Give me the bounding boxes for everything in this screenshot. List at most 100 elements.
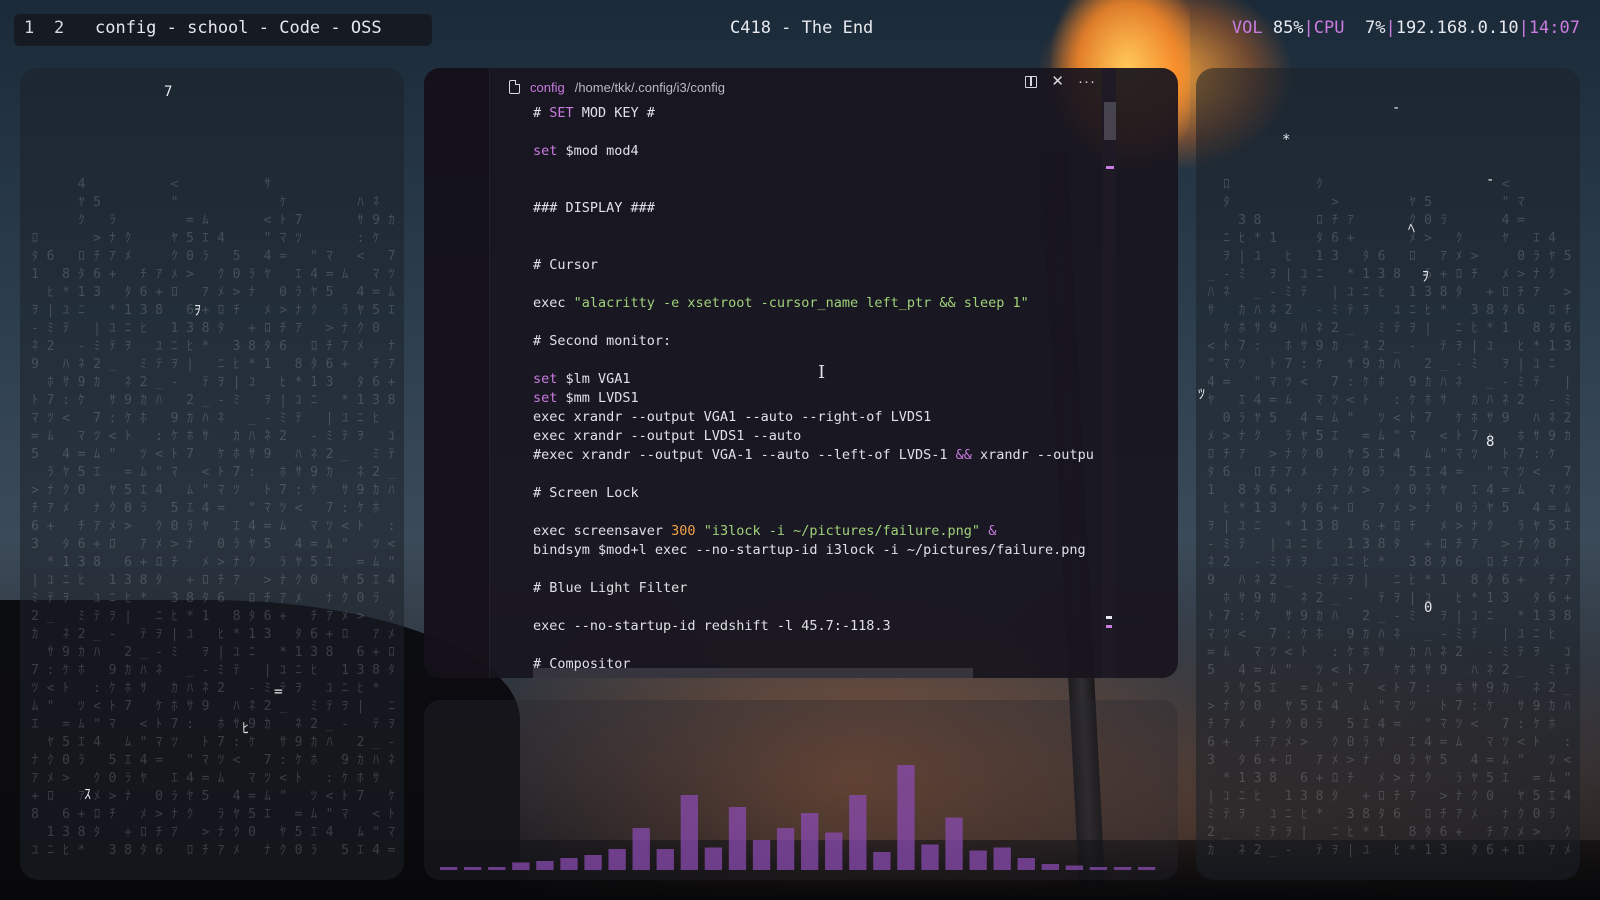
matrix-column: ﾗ ｱ + 8 * ﾃ _ ﾊ ｻ < " 4 ﾔ ﾒ ﾛ ﾀ 1 ｦ - ﾈ … bbox=[1439, 213, 1448, 858]
matrix-column: ﾏ = 5 > ﾁ 6 3 | ﾐ 2 ｶ 7 ﾂ ﾑ ｴ ﾅ ｱ + 8 ﾕ … bbox=[325, 249, 334, 840]
more-actions-icon[interactable]: ··· bbox=[1078, 74, 1096, 89]
visualizer-bar bbox=[1137, 867, 1156, 870]
status-separator: | bbox=[1303, 18, 1314, 38]
code-line[interactable]: exec "alacritty -e xsetroot -cursor_name… bbox=[533, 294, 1116, 313]
matrix-column: ｸ ﾒ ﾛ ﾀ ﾆ ｦ - ﾈ ｹ ﾄ ﾏ = 0 > ﾁ 6 ﾋ | ﾐ 2 … bbox=[1455, 231, 1463, 840]
workspace-1-button[interactable]: 1 bbox=[24, 18, 34, 38]
visualizer-bar bbox=[969, 850, 987, 870]
visualizer-bar bbox=[488, 867, 506, 870]
tab-file-name[interactable]: config bbox=[530, 80, 565, 95]
matrix-glyph: ﾍ bbox=[1408, 221, 1415, 237]
code-line[interactable]: exec screensaver 300 "i3lock -i ~/pictur… bbox=[533, 522, 1116, 541]
matrix-column: 6 ﾋ | ﾐ 2 ﾎ 7 ﾂ ﾑ ﾗ ﾅ ｱ + * ﾕ ﾃ _ ｻ : < … bbox=[46, 249, 55, 858]
visualizer-bar bbox=[752, 840, 771, 870]
workspace-2-button[interactable]: 2 bbox=[54, 18, 64, 38]
matrix-column: 6 3 ﾋ ﾐ 2 ｶ ﾎ ﾂ ﾑ ｴ ﾗ ｱ + 8 * ﾃ _ ﾊ ｻ < … bbox=[1377, 249, 1386, 840]
code-line[interactable]: exec xrandr --output VGA1 --auto --right… bbox=[533, 408, 1116, 427]
editor-actions: ✕ ··· bbox=[1025, 74, 1096, 89]
code-line[interactable]: exec xrandr --output LVDS1 --auto bbox=[533, 427, 1116, 446]
split-editor-icon[interactable] bbox=[1025, 76, 1038, 88]
code-line[interactable]: # Screen Lock bbox=[533, 484, 1116, 503]
matrix-column: 4 ﾔ ｸ ﾛ ﾀ 1 ﾆ - ﾈ 9 ｹ ﾏ = 5 0 ﾁ 6 3 ﾋ ﾐ … bbox=[77, 177, 86, 858]
code-line[interactable] bbox=[533, 218, 1116, 237]
matrix-glyph: 8 bbox=[1486, 434, 1495, 450]
visualizer-bars bbox=[440, 765, 1156, 870]
editor-scrollbar[interactable] bbox=[1102, 68, 1116, 678]
matrix-column: ｶ 7 ﾂ ﾑ ｴ ﾅ ｱ + 8 ﾕ ﾃ _ ﾊ : < " 4 ｸ ﾒ ﾛ … bbox=[387, 213, 396, 858]
matrix-column: ﾋ | ﾐ 2 ﾎ 7 ﾂ ﾑ ﾗ ﾅ ｱ + * ﾕ ﾃ _ ｻ : < " … bbox=[1284, 249, 1293, 858]
code-line[interactable]: set $mm LVDS1 bbox=[533, 389, 1116, 408]
cpu-value: 7% bbox=[1354, 18, 1386, 38]
visualizer-bar bbox=[1113, 867, 1132, 870]
visualizer-bar bbox=[849, 795, 867, 870]
scrollbar-marker bbox=[1106, 625, 1112, 628]
horizontal-scrollbar[interactable] bbox=[533, 668, 973, 678]
editor-breadcrumb[interactable]: config /home/tkk/.config/i3/config bbox=[509, 76, 725, 98]
visualizer-bar bbox=[801, 813, 819, 870]
code-line[interactable]: ### DISPLAY ### bbox=[533, 199, 1116, 218]
visualizer-bar bbox=[897, 765, 915, 870]
code-line[interactable] bbox=[533, 636, 1116, 655]
visualizer-bar bbox=[1065, 865, 1084, 870]
code-content[interactable]: # SET MOD KEY # set $mod mod4 ### DISPLAY … bbox=[533, 104, 1116, 674]
matrix-column: ﾗ ﾅ ｱ + * ﾕ ﾃ _ ｻ : < " ﾔ ｸ ﾒ ﾛ 1 ﾆ ｦ - … bbox=[108, 213, 117, 858]
ip-address: 192.168.0.10 bbox=[1395, 18, 1519, 38]
volume-value[interactable]: 85% bbox=[1273, 18, 1304, 38]
code-line[interactable] bbox=[533, 180, 1116, 199]
code-line[interactable]: bindsym $mod+l exec --no-startup-id i3lo… bbox=[533, 541, 1116, 560]
code-line[interactable] bbox=[533, 161, 1116, 180]
matrix-column: ﾛ ﾀ ﾆ ｦ - ﾈ ｹ ﾄ ﾏ = 0 > ﾁ 6 ﾋ | ﾐ 2 ﾎ 7 … bbox=[1222, 177, 1231, 840]
matrix-glyph: 7 bbox=[164, 84, 173, 100]
matrix-column: < " ﾔ ｸ ﾒ ﾛ 1 ﾆ ｦ - 9 ｹ ﾄ ﾏ 5 0 > ﾁ 3 ﾋ … bbox=[170, 177, 179, 840]
code-line[interactable]: #exec xrandr --output VGA-1 --auto --lef… bbox=[533, 446, 1116, 465]
code-line[interactable] bbox=[533, 465, 1116, 484]
focused-window-title: config - school - Code - OSS bbox=[95, 18, 382, 38]
code-line[interactable] bbox=[533, 560, 1116, 579]
code-line[interactable] bbox=[533, 598, 1116, 617]
matrix-column: ｱ + * ﾕ ﾃ _ ｻ : < " ﾔ ｸ ﾒ ﾛ 1 ﾆ ｦ - 9 ｹ … bbox=[1346, 213, 1355, 858]
visualizer-bar bbox=[1089, 867, 1108, 870]
matrix-column: ﾈ 9 ｹ ﾏ = 5 0 ﾁ 6 3 ﾋ ﾐ 2 ｶ ﾎ ﾂ ﾑ ｴ ﾗ ｱ … bbox=[372, 195, 380, 858]
matrix-column: ﾕ ﾃ ﾊ ｻ : < 4 ﾔ ｸ ﾒ ﾀ 1 ﾆ ｦ ﾈ 9 ｹ ﾄ = 5 … bbox=[1300, 267, 1308, 840]
tab-file-path: /home/tkk/.config/i3/config bbox=[574, 79, 726, 95]
code-line[interactable] bbox=[533, 123, 1116, 142]
code-line[interactable]: # Cursor bbox=[533, 256, 1116, 275]
matrix-rain-terminal-right[interactable]: 5 > ﾁ 6 3 | ﾐ 2 ｶ 7 ﾂ ﾑ ｴ ﾅ ｱ + 8 ﾕ ﾃ _ … bbox=[1196, 68, 1580, 880]
visualizer-bar bbox=[921, 844, 939, 870]
visualizer-bar bbox=[584, 855, 602, 870]
visualizer-bar bbox=[512, 862, 530, 870]
matrix-column: ｻ < " 4 ﾔ ﾒ ﾛ ﾀ 1 ｦ - ﾈ 9 ﾄ ﾏ = 5 > ﾁ 6 … bbox=[263, 177, 272, 858]
matrix-column: = 5 0 > 6 3 ﾋ | 2 ｶ ﾎ 7 ﾑ ｴ ﾗ ﾅ + 8 * ﾕ … bbox=[186, 213, 194, 858]
code-line[interactable]: # Second monitor: bbox=[533, 332, 1116, 351]
code-line[interactable]: set $mod mod4 bbox=[533, 142, 1116, 161]
matrix-column: ｱ + 8 ﾕ ﾃ _ ﾊ : < " 4 ｸ ﾒ ﾛ ﾀ ﾆ ｦ - ﾈ ｹ … bbox=[155, 267, 163, 858]
matrix-column: " 4 ﾔ ｸ ﾛ ﾀ 1 ﾆ - ﾈ 9 ｹ ﾏ = 5 0 ﾁ 6 3 ﾋ … bbox=[310, 249, 318, 858]
visualizer-bar bbox=[464, 867, 482, 870]
matrix-column: > ﾁ 3 ﾋ | ﾐ ｶ ﾎ 7 ﾂ ｴ ﾗ ﾅ ｱ 8 * ﾕ ﾃ ﾊ ｻ … bbox=[1470, 249, 1479, 858]
code-line[interactable] bbox=[533, 503, 1116, 522]
matrix-column: 5 0 > 6 3 ﾋ | 2 ｶ ﾎ 7 ﾑ ｴ ﾗ ﾅ + 8 * ﾕ _ … bbox=[1424, 195, 1432, 858]
matrix-column: ｹ ﾄ ﾏ = 0 > ﾁ 6 ﾋ | ﾐ 2 ﾎ 7 ﾂ ﾑ ﾗ ﾅ ｱ + … bbox=[279, 195, 287, 858]
code-line[interactable] bbox=[533, 275, 1116, 294]
editor-line-gutter bbox=[424, 68, 490, 678]
close-icon[interactable]: ✕ bbox=[1051, 74, 1064, 89]
status-separator: | bbox=[1385, 18, 1396, 38]
code-line[interactable] bbox=[533, 313, 1116, 332]
scrollbar-thumb[interactable] bbox=[1104, 102, 1116, 140]
matrix-column: ﾗ ﾅ + 8 * ﾕ _ ﾊ ｻ : " 4 ﾔ ｸ ﾛ ﾀ 1 ﾆ - ﾈ … bbox=[248, 267, 256, 840]
code-editor-window[interactable]: config /home/tkk/.config/i3/config ✕ ···… bbox=[424, 68, 1178, 678]
matrix-column: ﾑ ﾗ ﾅ ｱ + * ﾕ ﾃ _ ｻ : < " ﾔ ｸ ﾒ ﾛ 1 ﾆ ｦ … bbox=[341, 267, 349, 858]
visualizer-bar bbox=[776, 828, 795, 870]
matrix-column: 5 > ﾁ 6 3 | ﾐ 2 ｶ 7 ﾂ ﾑ ｴ ﾅ ｱ + 8 ﾕ ﾃ _ … bbox=[93, 195, 101, 840]
clock: 14:07 bbox=[1528, 18, 1580, 38]
matrix-rain-terminal-left[interactable]: ｶ 7 ﾂ ﾑ ｴ ﾅ ｱ + 8 ﾕ ﾃ _ ﾊ : < " 4 ｸ ﾒ ﾛ … bbox=[20, 68, 404, 880]
matrix-column: ﾀ 1 ﾆ ｦ ﾈ 9 ｹ ﾄ = 5 0 > 6 3 ﾋ | 2 ｶ ﾎ 7 … bbox=[1362, 249, 1370, 858]
matrix-column: ｸ ﾛ ﾀ 1 ﾆ - ﾈ 9 ｹ ﾏ = 5 0 ﾁ 6 3 ﾋ ﾐ 2 ｶ … bbox=[1315, 177, 1324, 858]
status-separator: | bbox=[1518, 18, 1529, 38]
code-line[interactable]: # SET MOD KEY # bbox=[533, 104, 1116, 123]
code-line[interactable] bbox=[533, 237, 1116, 256]
matrix-column: ﾛ ﾀ 1 ｦ - ﾈ 9 ﾄ ﾏ = 5 > ﾁ 6 3 | ﾐ 2 ｶ 7 … bbox=[31, 231, 39, 858]
matrix-glyph: ﾂ bbox=[1198, 387, 1205, 403]
code-line[interactable]: # Blue Light Filter bbox=[533, 579, 1116, 598]
code-line[interactable]: exec --no-startup-id redshift -l 45.7:-1… bbox=[533, 617, 1116, 636]
